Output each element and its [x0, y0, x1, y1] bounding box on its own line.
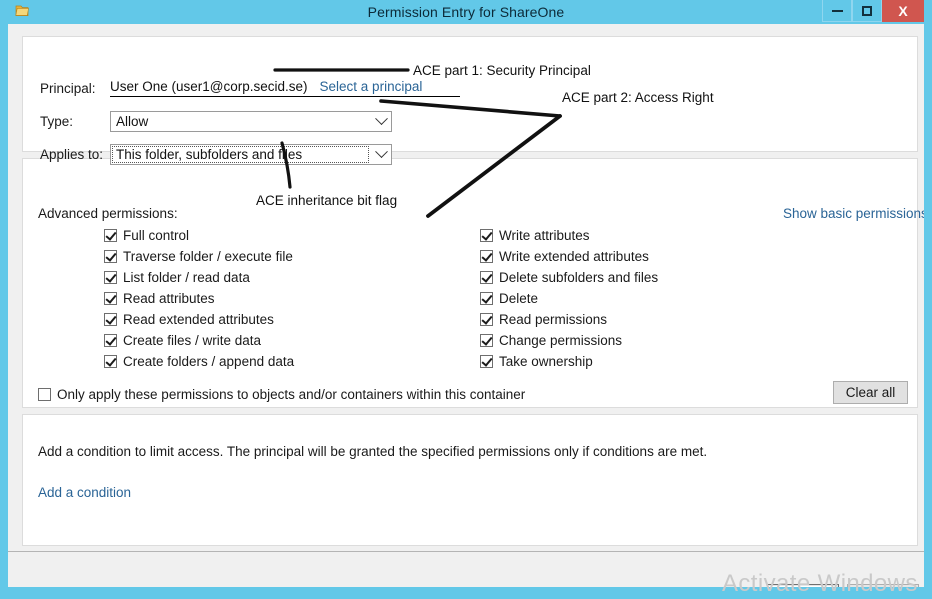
chevron-down-icon	[370, 145, 391, 164]
permissions-right-column: Write attributes Write extended attribute…	[480, 225, 658, 372]
select-a-principal-link[interactable]: Select a principal	[320, 79, 423, 94]
permission-label: Write attributes	[499, 228, 590, 243]
type-label: Type:	[40, 114, 74, 129]
applies-to-dropdown[interactable]: This folder, subfolders and files	[110, 144, 392, 165]
principal-value: User One (user1@corp.secid.se)	[110, 79, 308, 94]
permission-checkbox[interactable]: Traverse folder / execute file	[104, 246, 294, 267]
permission-label: Delete subfolders and files	[499, 270, 659, 285]
permission-label: Take ownership	[499, 354, 593, 369]
applies-to-row: Applies to: This folder, subfolders and …	[40, 144, 392, 165]
permission-checkbox[interactable]: Delete	[480, 288, 658, 309]
checkbox-box	[104, 292, 117, 305]
checkbox-box	[480, 250, 493, 263]
minimize-icon	[831, 9, 843, 12]
dialog-body: Principal: User One (user1@corp.secid.se…	[8, 24, 924, 587]
permissions-left-column: Full control Traverse folder / execute fi…	[104, 225, 294, 372]
permission-checkbox[interactable]: Full control	[104, 225, 294, 246]
clear-all-button[interactable]: Clear all	[833, 381, 908, 404]
advanced-permissions-heading: Advanced permissions:	[38, 206, 178, 221]
permission-label: Create files / write data	[123, 333, 262, 348]
permission-checkbox[interactable]: Delete subfolders and files	[480, 267, 658, 288]
activate-windows-watermark: Activate Windows	[722, 570, 918, 597]
checkbox-box	[480, 334, 493, 347]
checkbox-box	[104, 334, 117, 347]
permission-label: Traverse folder / execute file	[123, 249, 293, 264]
permission-checkbox[interactable]: Write extended attributes	[480, 246, 658, 267]
principal-label: Principal:	[40, 80, 96, 96]
window-controls: X	[822, 0, 924, 22]
permission-checkbox[interactable]: Create files / write data	[104, 330, 294, 351]
permission-checkbox[interactable]: Write attributes	[480, 225, 658, 246]
checkbox-box	[480, 355, 493, 368]
title-bar: Permission Entry for ShareOne X	[8, 0, 924, 24]
maximize-button[interactable]	[852, 0, 882, 22]
only-apply-container-checkbox[interactable]: Only apply these permissions to objects …	[38, 387, 525, 402]
checkbox-box	[104, 250, 117, 263]
type-row: Type: Allow	[40, 111, 392, 132]
checkbox-box	[104, 313, 117, 326]
conditions-groupbox	[22, 414, 918, 546]
permission-label: Change permissions	[499, 333, 623, 348]
window-title: Permission Entry for ShareOne	[367, 4, 565, 20]
checkbox-box	[38, 388, 51, 401]
checkbox-box	[480, 292, 493, 305]
permission-checkbox[interactable]: Read attributes	[104, 288, 294, 309]
principal-row: Principal: User One (user1@corp.secid.se…	[40, 79, 460, 97]
permission-label: Read permissions	[499, 312, 608, 327]
checkbox-box	[480, 271, 493, 284]
permission-checkbox[interactable]: List folder / read data	[104, 267, 294, 288]
permission-label: Read attributes	[123, 291, 215, 306]
show-basic-permissions-link[interactable]: Show basic permissions	[783, 206, 924, 221]
annotation-ace-part-2: ACE part 2: Access Right	[562, 90, 714, 105]
checkbox-box	[480, 229, 493, 242]
principal-field: User One (user1@corp.secid.se) Select a …	[110, 79, 460, 97]
minimize-button[interactable]	[822, 0, 852, 22]
permission-checkbox[interactable]: Read permissions	[480, 309, 658, 330]
applies-to-selected-value: This folder, subfolders and files	[116, 147, 303, 162]
permission-checkbox[interactable]: Take ownership	[480, 351, 658, 372]
only-apply-label: Only apply these permissions to objects …	[57, 387, 526, 402]
annotation-inheritance-flag: ACE inheritance bit flag	[256, 193, 398, 208]
applies-to-label: Applies to:	[40, 147, 104, 162]
add-a-condition-link[interactable]: Add a condition	[38, 485, 131, 500]
close-button[interactable]: X	[882, 0, 924, 22]
type-selected-value: Allow	[116, 114, 149, 129]
maximize-icon	[862, 5, 872, 16]
permission-label: Write extended attributes	[499, 249, 649, 264]
checkbox-box	[480, 313, 493, 326]
checkbox-box	[104, 271, 117, 284]
permission-checkbox[interactable]: Read extended attributes	[104, 309, 294, 330]
permission-label: Full control	[123, 228, 190, 243]
permission-checkbox[interactable]: Create folders / append data	[104, 351, 294, 372]
conditions-description: Add a condition to limit access. The pri…	[38, 444, 708, 459]
type-dropdown[interactable]: Allow	[110, 111, 392, 132]
chevron-down-icon	[370, 112, 391, 131]
annotation-ace-part-1: ACE part 1: Security Principal	[413, 63, 591, 78]
footer-divider	[8, 551, 924, 552]
permission-label: Delete	[499, 291, 539, 306]
checkbox-box	[104, 229, 117, 242]
permission-checkbox[interactable]: Change permissions	[480, 330, 658, 351]
folder-icon	[14, 3, 30, 19]
permission-label: List folder / read data	[123, 270, 250, 285]
screen: Permission Entry for ShareOne X Principa…	[0, 0, 932, 599]
permission-label: Create folders / append data	[123, 354, 295, 369]
permission-label: Read extended attributes	[123, 312, 274, 327]
checkbox-box	[104, 355, 117, 368]
permission-entry-dialog: Permission Entry for ShareOne X Principa…	[0, 0, 932, 599]
